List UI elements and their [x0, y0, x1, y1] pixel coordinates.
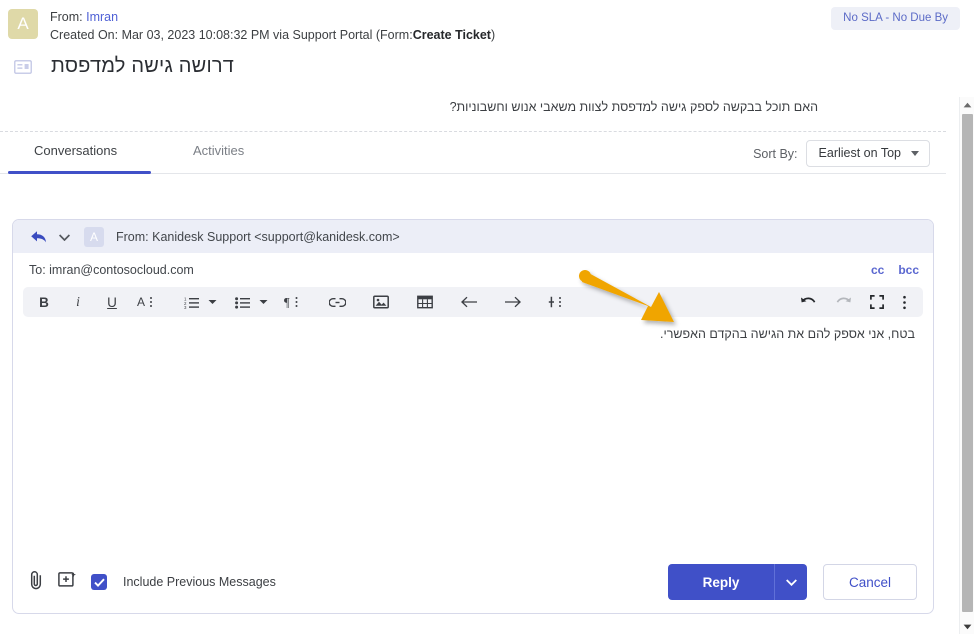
scroll-up-arrow-icon[interactable] — [960, 97, 974, 112]
cc-button[interactable]: cc — [871, 263, 884, 277]
insert-template-icon[interactable] — [58, 571, 77, 593]
sort-by-control: Sort By: Earliest on Top — [753, 140, 930, 168]
outdent-icon[interactable] — [456, 287, 482, 317]
chevron-down-icon — [785, 578, 797, 586]
insert-table-icon[interactable] — [412, 287, 438, 317]
chevron-down-icon — [911, 150, 919, 156]
font-color-icon[interactable]: A — [133, 287, 160, 317]
requester-name-link[interactable]: Imran — [86, 10, 118, 24]
conversation-tabbar: Conversations Activities Sort By: Earlie… — [0, 132, 946, 175]
composer-footer-actions: Reply Cancel — [668, 564, 917, 600]
underline-icon[interactable]: U — [99, 287, 125, 317]
ordered-list-icon[interactable]: 1 2 3 — [178, 287, 204, 317]
scrollbar-thumb[interactable] — [962, 114, 973, 612]
ticket-created-line: Created On: Mar 03, 2023 10:08:32 PM via… — [50, 26, 495, 44]
editor-toolbar-right-group — [791, 287, 919, 317]
bold-icon[interactable]: B — [31, 287, 57, 317]
ticket-conversation-page: A From: Imran Created On: Mar 03, 2023 1… — [0, 0, 974, 634]
composer-footer-left: Include Previous Messages — [29, 570, 276, 595]
from-label: From: — [50, 10, 83, 24]
italic-icon[interactable]: i — [65, 287, 91, 317]
reply-arrow-icon[interactable] — [27, 226, 49, 248]
svg-text:A: A — [137, 295, 145, 309]
composer-sender-avatar: A — [84, 226, 104, 247]
ticket-meta: From: Imran Created On: Mar 03, 2023 10:… — [50, 8, 495, 44]
cancel-button[interactable]: Cancel — [823, 564, 917, 600]
undo-icon[interactable] — [791, 287, 826, 317]
ticket-icon — [10, 57, 36, 77]
insert-image-icon[interactable] — [368, 287, 394, 317]
include-previous-messages-checkbox[interactable] — [91, 574, 107, 590]
paragraph-direction-icon[interactable]: ¶ — [280, 287, 306, 317]
created-prefix: Created On: Mar 03, 2023 10:08:32 PM via… — [50, 28, 413, 43]
composer-to-row: To: imran@contosocloud.com cc bcc — [13, 253, 933, 287]
reply-composer: A From: Kanidesk Support <support@kanide… — [12, 219, 934, 614]
ordered-list-dropdown-icon[interactable] — [204, 287, 221, 317]
requester-avatar: A — [8, 9, 38, 39]
composer-header: A From: Kanidesk Support <support@kanide… — [13, 220, 933, 253]
paperclip-icon[interactable] — [29, 570, 44, 595]
sort-by-value: Earliest on Top — [818, 146, 901, 161]
insert-more-icon[interactable] — [544, 287, 570, 317]
insert-link-icon[interactable] — [324, 287, 350, 317]
original-message-text: האם תוכל בבקשה לספק גישה למדפסת לצוות מש… — [449, 100, 818, 115]
include-previous-messages-label: Include Previous Messages — [123, 575, 276, 589]
tab-conversations[interactable]: Conversations — [34, 143, 117, 158]
page-scrollbar[interactable] — [959, 97, 974, 634]
unordered-list-dropdown-icon[interactable] — [255, 287, 272, 317]
cc-bcc-group: cc bcc — [871, 263, 919, 277]
tab-activities[interactable]: Activities — [193, 143, 244, 158]
svg-text:¶: ¶ — [284, 296, 290, 310]
ticket-subject-row: דרושה גישה למדפסת — [0, 55, 974, 78]
unordered-list-icon[interactable] — [229, 287, 255, 317]
composer-header-chevron-down-icon[interactable] — [58, 228, 71, 246]
indent-icon[interactable] — [500, 287, 526, 317]
composer-to-line[interactable]: To: imran@contosocloud.com — [29, 263, 194, 277]
ticket-requester-row: A From: Imran Created On: Mar 03, 2023 1… — [0, 8, 974, 44]
composer-footer: Include Previous Messages Reply Cancel — [13, 551, 933, 613]
reply-body-text: בטח, אני אספק להם את הגישה בהקדם האפשרי. — [659, 327, 915, 341]
tab-active-indicator — [8, 171, 151, 175]
reply-dropdown-button[interactable] — [774, 564, 807, 600]
editor-more-options-icon[interactable] — [893, 287, 919, 317]
created-form-name: Create Ticket — [412, 28, 491, 43]
sort-by-select[interactable]: Earliest on Top — [805, 140, 930, 168]
ticket-header: A From: Imran Created On: Mar 03, 2023 1… — [0, 0, 974, 114]
editor-toolbar: B i U A 1 2 3 ¶ — [23, 287, 923, 317]
reply-button[interactable]: Reply — [668, 564, 774, 600]
sort-by-label: Sort By: — [753, 146, 798, 161]
svg-text:3: 3 — [184, 305, 187, 309]
bcc-button[interactable]: bcc — [898, 263, 919, 277]
ticket-subject: דרושה גישה למדפסת — [51, 55, 235, 78]
scroll-down-arrow-icon[interactable] — [960, 619, 974, 634]
composer-from-line: From: Kanidesk Support <support@kanidesk… — [116, 229, 400, 244]
reply-body-editor[interactable]: בטח, אני אספק להם את הגישה בהקדם האפשרי. — [13, 317, 933, 549]
ticket-from-line: From: Imran — [50, 8, 495, 26]
redo-icon[interactable] — [826, 287, 861, 317]
sla-status-badge: No SLA - No Due By — [831, 7, 960, 30]
created-suffix: ) — [490, 28, 496, 43]
fullscreen-icon[interactable] — [861, 287, 893, 317]
